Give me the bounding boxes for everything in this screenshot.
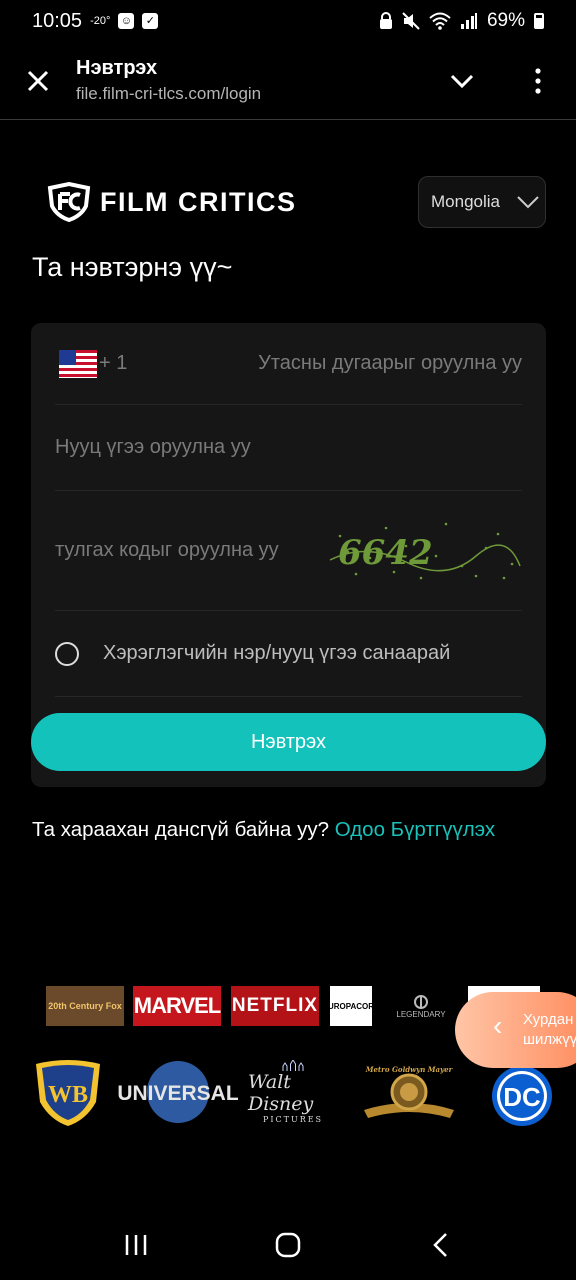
home-icon xyxy=(275,1232,301,1258)
more-options-button[interactable] xyxy=(500,42,576,120)
fox-logo-text: 20th Century Fox xyxy=(48,1001,122,1011)
title-block: Нэвтрэх file.film-cri-tlcs.com/login xyxy=(76,57,424,104)
battery-icon xyxy=(534,13,544,29)
mute-icon xyxy=(402,12,420,30)
marvel-logo: MARVEL xyxy=(133,986,221,1026)
language-select[interactable]: Mongolia xyxy=(418,176,546,228)
disney-text: Walt Disney xyxy=(248,1071,314,1115)
universal-globe-icon: UNIVERSAL xyxy=(118,1061,238,1123)
mgm-lion-icon: Metro Goldwyn Mayer xyxy=(364,1065,454,1118)
mgm-logo: Metro Goldwyn Mayer xyxy=(356,1060,462,1122)
register-prompt-text: Та хараахан дансгүй байна уу? xyxy=(32,818,330,841)
castle-icon xyxy=(282,1060,304,1071)
back-icon xyxy=(433,1233,447,1257)
battery-percent: 69% xyxy=(486,10,525,31)
flag-canton xyxy=(59,349,76,365)
recent-apps-icon xyxy=(125,1235,147,1255)
dc-logo: DC xyxy=(488,1064,556,1128)
register-link[interactable]: Одоо Бүртгүүлэх xyxy=(335,818,495,841)
country-code: + 1 xyxy=(99,352,128,374)
disney-logo: Walt Disney PICTURES xyxy=(248,1060,338,1124)
universal-logo: UNIVERSAL xyxy=(118,1060,238,1124)
mgm-text: Metro Goldwyn Mayer xyxy=(365,1065,454,1074)
legendary-emblem-icon xyxy=(414,994,428,1009)
system-nav-bar xyxy=(0,1210,576,1280)
status-left: 10:05 -20° ☺ ✓ xyxy=(32,9,159,33)
page-title: Нэвтрэх xyxy=(76,57,158,79)
chevron-down-icon xyxy=(450,74,474,88)
register-prompt: Та хараахан дансгүй байна уу? Одоо Бүртг… xyxy=(32,818,495,842)
app-notification-icon: ☺ xyxy=(118,13,135,29)
recent-apps-button[interactable] xyxy=(106,1220,166,1270)
quick-switch-label: Хурдан шилжүү xyxy=(523,1010,576,1050)
remember-me-label: Хэрэглэгчийн нэр/нууц үгээ санаарай xyxy=(103,642,451,664)
password-placeholder: Нууц үгээ оруулна уу xyxy=(55,436,251,458)
check-notification-icon: ✓ xyxy=(142,13,159,29)
wb-text: WB xyxy=(48,1082,88,1108)
close-icon xyxy=(27,70,49,91)
warner-bros-logo: WB xyxy=(30,1058,106,1128)
login-button[interactable]: Нэвтрэх xyxy=(31,713,546,771)
page-url: file.film-cri-tlcs.com/login xyxy=(76,84,262,103)
lock-icon xyxy=(379,12,392,29)
phone-input[interactable]: Утасны дугаарыг оруулна уу xyxy=(258,352,522,375)
captcha-code: 6642 xyxy=(338,533,433,573)
dc-emblem-icon: DC xyxy=(492,1066,552,1126)
chevron-left-icon: ‹ xyxy=(493,1010,503,1041)
captcha-row: тулгах кодыг оруулна уу 6642 xyxy=(55,491,522,611)
country-flag-selector[interactable] xyxy=(59,349,97,378)
login-form: + 1 Утасны дугаарыг оруулна уу Нууц үгээ… xyxy=(31,323,546,787)
captcha-image[interactable]: 6642 xyxy=(326,516,522,586)
brand-name: FILM CRITICS xyxy=(100,186,297,217)
status-temperature: -20° xyxy=(90,15,111,27)
netflix-logo: NETFLIX xyxy=(231,986,319,1026)
language-select-value: Mongolia xyxy=(431,192,500,211)
welcome-heading: Та нэвтэрнэ үү~ xyxy=(32,252,233,282)
phone-row: + 1 Утасны дугаарыг оруулна уу xyxy=(55,323,522,405)
dc-text: DC xyxy=(503,1082,541,1112)
remember-me-radio[interactable] xyxy=(55,641,79,666)
status-bar: 10:05 -20° ☺ ✓ 69% xyxy=(0,0,576,42)
quick-switch-button[interactable]: ‹ Хурдан шилжүү xyxy=(455,992,576,1068)
logo-row: FILM CRITICS Mongolia xyxy=(46,176,546,228)
chevron-down-icon xyxy=(517,196,539,209)
disney-subtext: PICTURES xyxy=(262,1115,324,1124)
captcha-input[interactable]: тулгах кодыг оруулна уу xyxy=(55,539,279,562)
wifi-icon xyxy=(429,12,451,30)
legendary-logo: LEGENDARY xyxy=(386,986,456,1026)
status-right: 69% xyxy=(379,10,544,32)
quick-switch-line1: Хурдан xyxy=(523,1011,574,1028)
password-field[interactable]: Нууц үгээ оруулна уу xyxy=(55,405,522,491)
home-button[interactable] xyxy=(258,1220,318,1270)
quick-switch-line2: шилжүү xyxy=(523,1031,576,1048)
expand-button[interactable] xyxy=(424,42,500,120)
brand-logo: FILM CRITICS xyxy=(46,182,296,222)
status-time: 10:05 xyxy=(32,9,83,32)
remember-me[interactable]: Хэрэглэгчийн нэр/нууц үгээ санаарай xyxy=(55,611,522,697)
film-critics-logo-icon xyxy=(47,182,91,222)
legendary-logo-text: LEGENDARY xyxy=(396,1009,446,1019)
universal-text: UNIVERSAL xyxy=(118,1082,238,1105)
browser-header: Нэвтрэх file.film-cri-tlcs.com/login xyxy=(0,42,576,120)
back-button[interactable] xyxy=(410,1220,470,1270)
close-button[interactable] xyxy=(0,42,76,120)
europacorp-logo: EUROPACORP xyxy=(323,986,379,1026)
signal-icon xyxy=(460,13,477,29)
wb-shield-icon: WB xyxy=(36,1060,100,1126)
fox-logo: 20th Century Fox xyxy=(46,986,124,1026)
more-vert-icon xyxy=(535,67,541,94)
